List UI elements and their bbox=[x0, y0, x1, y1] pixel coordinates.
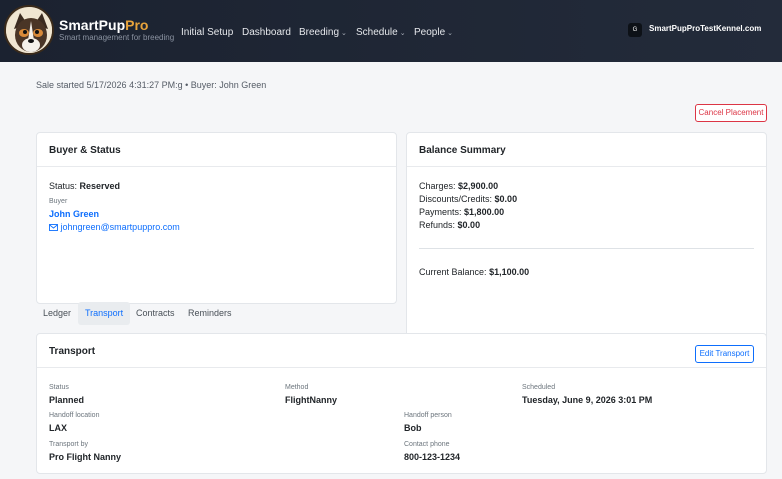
chevron-down-icon: ⌄ bbox=[399, 30, 406, 37]
avatar[interactable]: G bbox=[628, 23, 642, 37]
status-value: Planned bbox=[49, 395, 85, 405]
nav-item-breeding[interactable]: Breeding ⌄ bbox=[299, 27, 347, 38]
card-title: Balance Summary bbox=[407, 133, 766, 167]
buyer-status-card: Buyer & Status Status: Reserved Buyer Jo… bbox=[36, 132, 397, 304]
nav-item-people[interactable]: People ⌄ bbox=[414, 27, 453, 38]
nav-item-schedule[interactable]: Schedule ⌄ bbox=[356, 27, 406, 38]
dog-logo-icon[interactable] bbox=[4, 5, 54, 55]
divider bbox=[419, 248, 754, 249]
contact-phone-label: Contact phone bbox=[404, 441, 450, 448]
charges-line: Charges: $2,900.00 bbox=[419, 181, 499, 191]
top-navbar: SmartPupPro Smart management for breedin… bbox=[0, 0, 782, 62]
chevron-down-icon: ⌄ bbox=[341, 30, 347, 37]
page-content: Sale started 5/17/2026 4:31:27 PM:g • Bu… bbox=[0, 62, 782, 479]
method-value: FlightNanny bbox=[285, 395, 337, 405]
discounts-line: Discounts/Credits: $0.00 bbox=[419, 194, 518, 204]
user-menu[interactable]: SmartPupProTestKennel.com bbox=[649, 24, 761, 33]
tab-contracts[interactable]: Contracts bbox=[129, 302, 182, 325]
method-label: Method bbox=[285, 384, 309, 391]
contact-phone-value: 800-123-1234 bbox=[404, 452, 461, 462]
card-title: Transport bbox=[37, 334, 766, 368]
tab-reminders[interactable]: Reminders bbox=[181, 302, 239, 325]
transport-by-label: Transport by bbox=[49, 441, 89, 448]
edit-transport-button[interactable]: Edit Transport bbox=[695, 345, 754, 363]
nav-item-initial-setup[interactable]: Initial Setup bbox=[181, 27, 233, 38]
scheduled-label: Scheduled bbox=[522, 384, 556, 391]
refunds-line: Refunds: $0.00 bbox=[419, 220, 481, 230]
envelope-icon bbox=[49, 222, 61, 232]
status-label: Status bbox=[49, 384, 69, 391]
payments-line: Payments: $1,800.00 bbox=[419, 207, 505, 217]
tab-transport[interactable]: Transport bbox=[78, 302, 131, 325]
handoff-location-value: LAX bbox=[49, 423, 67, 433]
card-title: Buyer & Status bbox=[37, 133, 396, 167]
status-line: Status: Reserved bbox=[49, 181, 121, 191]
handoff-person-label: Handoff person bbox=[404, 412, 452, 419]
handoff-person-value: Bob bbox=[404, 423, 422, 433]
transport-by-value: Pro Flight Nanny bbox=[49, 452, 121, 462]
transport-card: Transport Edit Transport Status Planned … bbox=[36, 333, 767, 474]
handoff-location-label: Handoff location bbox=[49, 412, 100, 419]
chevron-down-icon[interactable]: ⌄ bbox=[755, 24, 762, 33]
chevron-down-icon: ⌄ bbox=[447, 30, 454, 37]
scheduled-value: Tuesday, June 9, 2026 3:01 PM bbox=[522, 395, 653, 405]
buyer-label: Buyer bbox=[49, 198, 68, 205]
brand-tagline: Smart management for breeding bbox=[59, 33, 175, 42]
tab-ledger[interactable]: Ledger bbox=[36, 302, 78, 325]
buyer-name-link[interactable]: John Green bbox=[49, 209, 99, 219]
sale-summary: Sale started 5/17/2026 4:31:27 PM:g • Bu… bbox=[36, 80, 267, 90]
status-badge: Reserved bbox=[79, 181, 121, 191]
current-balance-line: Current Balance: $1,100.00 bbox=[419, 267, 530, 277]
brand-name[interactable]: SmartPupPro bbox=[59, 17, 148, 33]
balance-summary-card: Balance Summary Charges: $2,900.00 Disco… bbox=[406, 132, 767, 353]
nav-item-dashboard[interactable]: Dashboard bbox=[242, 27, 291, 38]
cancel-placement-button[interactable]: Cancel Placement bbox=[695, 104, 767, 122]
buyer-email-link[interactable]: johngreen@smartpuppro.com bbox=[49, 222, 180, 232]
